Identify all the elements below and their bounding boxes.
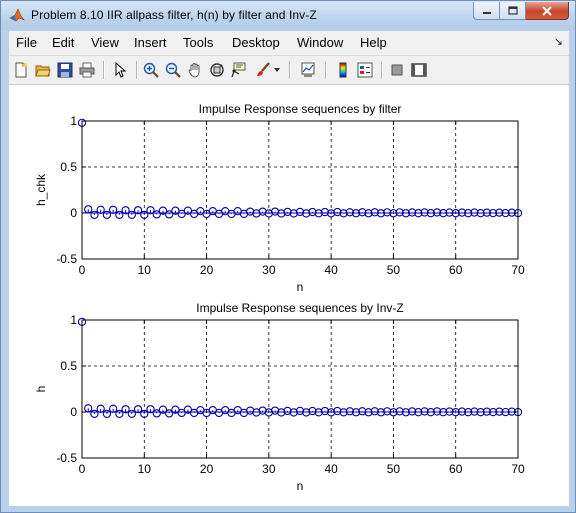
menu-file[interactable]: File (16, 35, 37, 50)
x-tick-label: 10 (138, 263, 152, 277)
title-bar[interactable]: Problem 8.10 IIR allpass filter, h(n) by… (1, 1, 575, 30)
x-tick-label: 0 (79, 462, 86, 476)
new-figure-button[interactable] (11, 60, 31, 80)
rotate-3d-icon (210, 63, 224, 77)
data-cursor-button[interactable] (229, 60, 249, 80)
zoom-in-icon (143, 62, 159, 78)
dock-arrow-icon[interactable]: ↘ (554, 35, 563, 48)
save-button[interactable] (55, 60, 75, 80)
menu-help[interactable]: Help (360, 35, 387, 50)
x-tick-label: 70 (511, 462, 525, 476)
close-button[interactable] (526, 2, 569, 20)
minimize-button[interactable] (473, 2, 500, 20)
legend-icon (357, 62, 373, 78)
axes-background (82, 320, 518, 458)
open-file-icon (35, 65, 51, 77)
figure-canvas[interactable]: 0 10 20 30 40 50 60 70 -0.5 0 0.5 1 Impulse Response… (9, 85, 569, 506)
x-tick-label: 10 (138, 462, 152, 476)
y-tick-label: 1 (70, 313, 77, 327)
menu-desktop[interactable]: Desktop (232, 35, 280, 50)
edit-plot-button[interactable] (110, 60, 130, 80)
zoom-in-button[interactable] (141, 60, 161, 80)
x-tick-label: 50 (387, 263, 401, 277)
minimize-icon (482, 11, 491, 14)
matlab-logo-icon (9, 8, 25, 22)
insert-colorbar-button[interactable] (333, 60, 353, 80)
data-cursor-icon (231, 62, 246, 78)
y-tick-label: -0.5 (56, 451, 77, 465)
y-tick-label: -0.5 (56, 252, 77, 266)
x-tick-label: 40 (324, 263, 338, 277)
figure-toolbar (9, 56, 569, 85)
save-icon (57, 62, 73, 78)
maximize-icon (507, 6, 518, 15)
chevron-down-icon (274, 68, 280, 72)
x-tick-label: 60 (449, 263, 463, 277)
zoom-out-icon (165, 62, 181, 78)
menu-bar: File Edit View Insert Tools Desktop Wind… (9, 31, 569, 56)
link-plot-button[interactable] (298, 60, 318, 80)
menu-insert[interactable]: Insert (134, 35, 167, 50)
print-icon (79, 62, 95, 78)
x-tick-label: 60 (449, 462, 463, 476)
x-tick-label: 0 (79, 263, 86, 277)
maximize-button[interactable] (500, 2, 526, 20)
brush-button[interactable] (253, 60, 273, 80)
pointer-icon (115, 62, 127, 78)
link-plot-icon (301, 62, 315, 77)
y-tick-label: 1 (70, 114, 77, 128)
y-tick-label: 0.5 (60, 160, 77, 174)
y-axis-label: h (34, 386, 48, 393)
menu-edit[interactable]: Edit (52, 35, 74, 50)
rotate-3d-button[interactable] (207, 60, 227, 80)
chart-title: Impulse Response sequences by Inv-Z (196, 301, 403, 315)
insert-legend-button[interactable] (355, 60, 375, 80)
y-tick-label: 0 (70, 206, 77, 220)
pan-button[interactable] (185, 60, 205, 80)
menu-window[interactable]: Window (297, 35, 343, 50)
x-tick-label: 70 (511, 263, 525, 277)
x-tick-label: 20 (200, 263, 214, 277)
new-figure-icon (15, 62, 27, 78)
zoom-out-button[interactable] (163, 60, 183, 80)
chart-title: Impulse Response sequences by filter (199, 102, 402, 116)
plot-area[interactable]: 0 10 20 30 40 50 60 70-0.500.51Impulse Response… (9, 85, 569, 506)
window-title: Problem 8.10 IIR allpass filter, h(n) by… (31, 8, 317, 22)
pan-hand-icon (188, 63, 200, 78)
x-tick-label: 40 (324, 462, 338, 476)
x-tick-label: 30 (262, 462, 276, 476)
close-icon (542, 5, 552, 16)
figure-window: Problem 8.10 IIR allpass filter, h(n) by… (0, 0, 576, 513)
open-file-button[interactable] (33, 60, 53, 80)
colorbar-icon (339, 62, 347, 78)
hide-plot-tools-icon (391, 64, 403, 76)
x-tick-label: 20 (200, 462, 214, 476)
y-axis-label: h_chk (34, 173, 48, 206)
menu-tools[interactable]: Tools (183, 35, 213, 50)
menu-view[interactable]: View (91, 35, 119, 50)
x-axis-label: n (297, 479, 304, 493)
y-tick-label: 0 (70, 405, 77, 419)
x-tick-label: 30 (262, 263, 276, 277)
print-button[interactable] (77, 60, 97, 80)
y-tick-label: 0.5 (60, 359, 77, 373)
x-axis-label: n (297, 280, 304, 294)
brush-icon (257, 62, 270, 76)
show-plot-tools-icon (411, 63, 427, 77)
brush-dropdown[interactable] (271, 60, 283, 80)
show-plot-tools-button[interactable] (409, 60, 429, 80)
x-tick-label: 50 (387, 462, 401, 476)
hide-plot-tools-button[interactable] (387, 60, 407, 80)
axes-background (82, 121, 518, 259)
